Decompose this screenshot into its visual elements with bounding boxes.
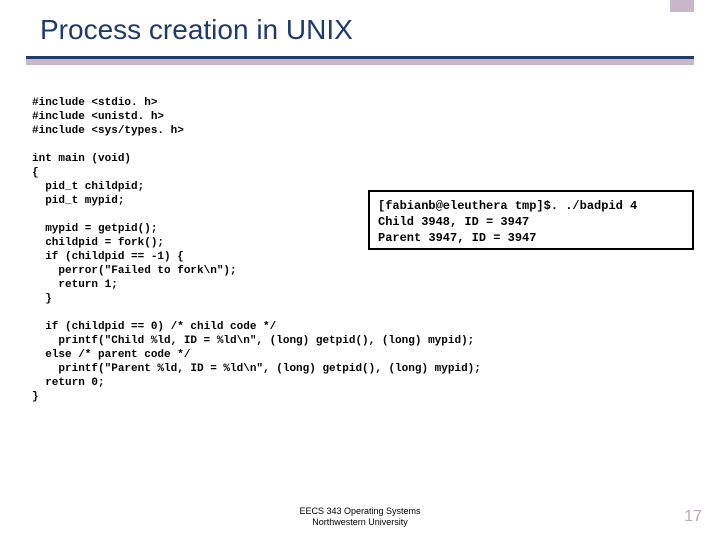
footer-university: Northwestern University (312, 517, 408, 527)
code-block: #include <stdio. h> #include <unistd. h>… (32, 96, 481, 404)
terminal-output: [fabianb@eleuthera tmp]$. ./badpid 4 Chi… (368, 190, 694, 250)
footer-course: EECS 343 Operating Systems (299, 506, 420, 516)
title-rule-light (26, 59, 694, 65)
page-number: 17 (684, 508, 702, 526)
slide-title: Process creation in UNIX (40, 14, 353, 46)
accent-stub (670, 0, 694, 12)
footer: EECS 343 Operating Systems Northwestern … (0, 506, 720, 528)
